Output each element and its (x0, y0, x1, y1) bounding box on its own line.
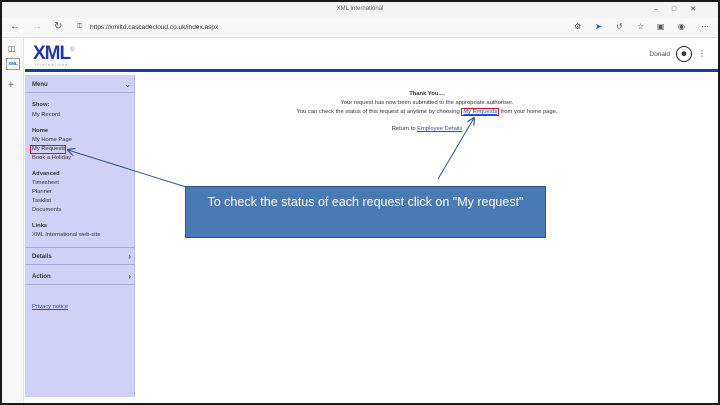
more-options-icon[interactable]: ⋯ (701, 22, 709, 31)
sidebar-item-xml-website[interactable]: XML International web-site (32, 232, 100, 238)
home-label: Home (32, 128, 49, 134)
logo-subtext: International (35, 62, 71, 67)
my-requests-link[interactable]: My Requests (461, 108, 500, 116)
lock-icon: ⚿ (77, 23, 83, 30)
sidebar: Menu ⌄ Show: My Record Home My Home Page… (25, 75, 135, 397)
browser-toolbar: ← → ↻ ⚿ https://xmlltd.cascadecloud.co.u… (2, 18, 718, 38)
tab-xml[interactable]: XML (6, 58, 20, 70)
chevron-right-icon: › (128, 272, 131, 281)
new-tab-icon[interactable]: + (8, 80, 14, 91)
username: Donald (649, 51, 670, 58)
details-header[interactable]: Details › (25, 247, 135, 265)
back-icon[interactable]: ← (10, 21, 20, 33)
chevron-down-icon: ⌄ (124, 80, 131, 89)
return-message: Return to Employee Details (391, 126, 463, 132)
browser-title-bar: XML International –□✕ (2, 2, 718, 18)
profile-icon[interactable]: ◉ (678, 22, 685, 31)
app-header: XML® International Donald ☻ ⋮ (25, 38, 718, 72)
forward-icon[interactable]: → (32, 21, 42, 33)
action-header[interactable]: Action › (25, 267, 135, 285)
tab-actions-icon[interactable]: ◫ (8, 44, 16, 53)
read-aloud-icon[interactable]: ⚙ (574, 22, 581, 31)
sidebar-item-my-record[interactable]: My Record (32, 112, 60, 118)
sidebar-item-timesheet[interactable]: Timesheet (32, 180, 59, 186)
refresh-extension-icon[interactable]: ↺ (616, 22, 623, 31)
collections-icon[interactable]: ▣ (657, 22, 665, 31)
submitted-message: Your request has now been submitted to t… (340, 100, 514, 106)
refresh-icon[interactable]: ↻ (54, 21, 62, 33)
favorites-icon[interactable]: ☆ (637, 22, 644, 31)
vertical-tab-strip: ◫ XML + (2, 38, 24, 403)
extension-icon[interactable]: ➤ (595, 22, 602, 31)
thank-you-heading: Thank You.... (409, 91, 445, 97)
advanced-label: Advanced (32, 171, 60, 177)
sidebar-item-tasklist[interactable]: Tasklist (32, 198, 51, 204)
user-menu-icon[interactable]: ⋮ (698, 49, 706, 58)
url-text: https://xmlltd.cascadecloud.co.uk/index.… (90, 24, 219, 31)
instruction-callout: To check the status of each request clic… (185, 186, 546, 238)
menu-header[interactable]: Menu ⌄ (25, 75, 135, 93)
status-message: You can check the status of this request… (296, 108, 558, 116)
sidebar-item-documents[interactable]: Documents (32, 207, 61, 213)
window-controls[interactable]: –□✕ (654, 5, 710, 13)
my-requests-highlight (30, 145, 66, 154)
sidebar-item-planner[interactable]: Planner (32, 189, 52, 195)
links-label: Links (32, 223, 48, 229)
show-label: Show: (32, 102, 50, 108)
address-bar[interactable]: ⚿ https://xmlltd.cascadecloud.co.uk/inde… (74, 21, 554, 35)
sidebar-item-my-home-page[interactable]: My Home Page (32, 137, 72, 143)
privacy-notice-link[interactable]: Privacy notice (32, 304, 68, 310)
window-title: XML International (336, 6, 384, 12)
chevron-right-icon: › (128, 252, 131, 261)
user-avatar-icon[interactable]: ☻ (676, 46, 692, 62)
sidebar-item-book-holiday[interactable]: Book a Holiday (32, 155, 71, 161)
employee-details-link[interactable]: Employee Details (417, 126, 462, 132)
